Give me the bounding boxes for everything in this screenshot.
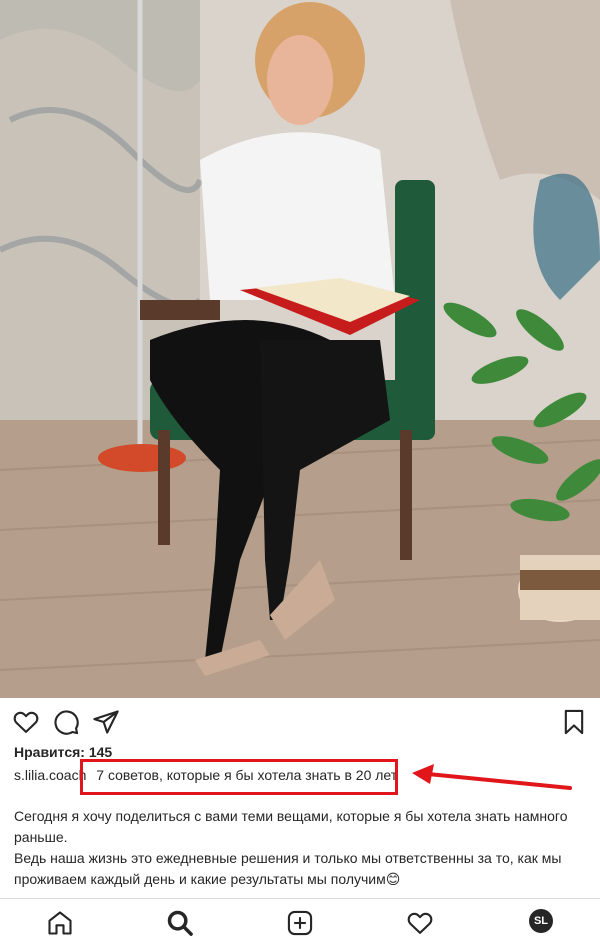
search-icon[interactable]: [166, 909, 194, 937]
description-line-1: Сегодня я хочу поделиться с вами теми ве…: [14, 808, 568, 845]
smile-emoji: 😊: [385, 871, 401, 887]
highlight-box: [80, 759, 398, 795]
comment-icon[interactable]: [52, 708, 80, 736]
description-line-2: Ведь наша жизнь это ежедневные решения и…: [14, 850, 562, 887]
add-post-icon[interactable]: [286, 909, 314, 937]
caption-username[interactable]: s.lilia.coach: [14, 767, 86, 783]
annotation-arrow: [400, 760, 600, 796]
post-photo[interactable]: [0, 0, 600, 698]
bookmark-icon[interactable]: [560, 708, 588, 736]
bottom-navigation: SL: [0, 898, 600, 948]
share-icon[interactable]: [92, 708, 120, 736]
likes-count[interactable]: Нравится: 145: [14, 744, 112, 760]
post-actions: [0, 698, 600, 746]
activity-heart-icon[interactable]: [406, 909, 434, 937]
home-icon[interactable]: [46, 909, 74, 937]
profile-avatar[interactable]: SL: [529, 909, 553, 933]
post-description: Сегодня я хочу поделиться с вами теми ве…: [14, 806, 589, 890]
heart-icon[interactable]: [12, 708, 40, 736]
